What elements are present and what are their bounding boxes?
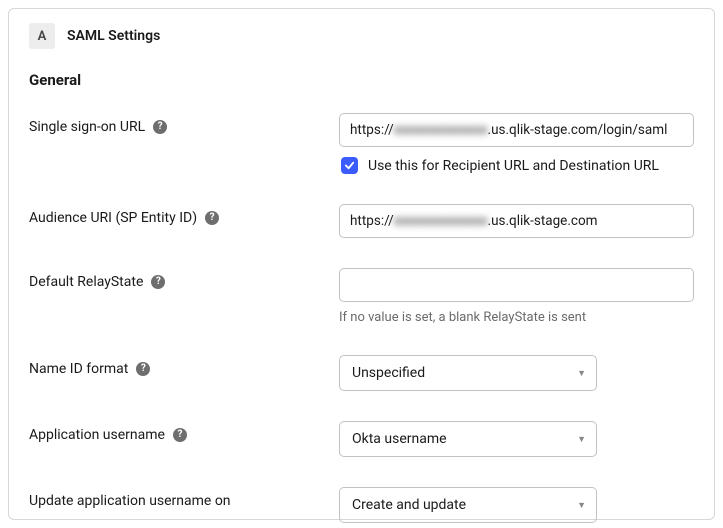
help-icon[interactable]: ? (151, 275, 165, 289)
row-sso-url: Single sign-on URL ? https://xxxxxxxxxxx… (29, 113, 694, 174)
help-icon[interactable]: ? (153, 120, 167, 134)
label-audience-uri: Audience URI (SP Entity ID) ? (29, 204, 339, 226)
label-name-id-format: Name ID format ? (29, 355, 339, 377)
help-icon[interactable]: ? (136, 362, 150, 376)
label-update-username: Update application username on (29, 487, 339, 509)
name-id-format-value: Unspecified (352, 365, 425, 381)
audience-uri-input[interactable]: https://xxxxxxxxxxxxxx.us.qlik-stage.com (339, 204, 694, 238)
chevron-down-icon: ▼ (577, 500, 586, 511)
row-app-username: Application username ? Okta username ▼ (29, 421, 694, 457)
update-username-select[interactable]: Create and update ▼ (339, 487, 597, 523)
app-username-select[interactable]: Okta username ▼ (339, 421, 597, 457)
name-id-format-select[interactable]: Unspecified ▼ (339, 355, 597, 391)
recipient-url-checkbox[interactable] (341, 157, 358, 174)
help-icon[interactable]: ? (205, 211, 219, 225)
sso-url-input[interactable]: https://xxxxxxxxxxxxxx.us.qlik-stage.com… (339, 113, 694, 147)
chevron-down-icon: ▼ (577, 434, 586, 445)
row-name-id-format: Name ID format ? Unspecified ▼ (29, 355, 694, 391)
help-icon[interactable]: ? (173, 428, 187, 442)
label-sso-url: Single sign-on URL ? (29, 113, 339, 135)
step-letter: A (38, 29, 47, 44)
update-username-value: Create and update (352, 497, 466, 513)
row-audience-uri: Audience URI (SP Entity ID) ? https://xx… (29, 204, 694, 238)
row-update-username: Update application username on Create an… (29, 487, 694, 523)
saml-settings-panel: A SAML Settings General Single sign-on U… (8, 8, 715, 520)
app-username-value: Okta username (352, 431, 447, 447)
chevron-down-icon: ▼ (577, 368, 586, 379)
label-relaystate: Default RelayState ? (29, 268, 339, 290)
label-app-username: Application username ? (29, 421, 339, 443)
section-general-title: General (29, 71, 694, 89)
check-icon (344, 160, 355, 171)
sso-url-checkbox-row: Use this for Recipient URL and Destinati… (341, 157, 694, 174)
relaystate-input[interactable] (339, 268, 694, 302)
step-letter-badge: A (29, 23, 55, 49)
panel-title: SAML Settings (67, 28, 160, 44)
row-relaystate: Default RelayState ? If no value is set,… (29, 268, 694, 325)
relaystate-helper: If no value is set, a blank RelayState i… (339, 310, 694, 325)
panel-header: A SAML Settings (29, 23, 694, 49)
recipient-url-checkbox-label: Use this for Recipient URL and Destinati… (368, 158, 659, 174)
